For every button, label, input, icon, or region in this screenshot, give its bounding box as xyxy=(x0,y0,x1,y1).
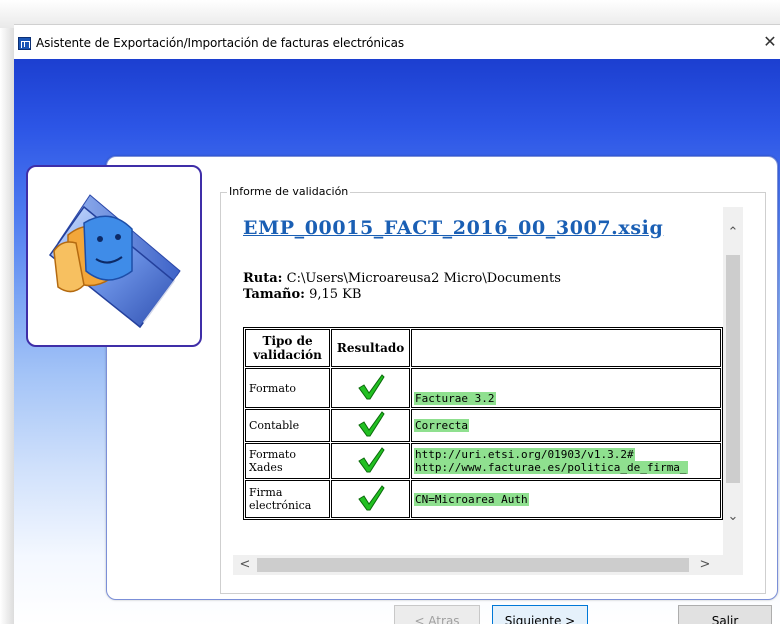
validation-report-group: Informe de validación EMP_00015_FACT_201… xyxy=(220,185,766,594)
check-icon xyxy=(357,373,385,399)
header-resultado: Resultado xyxy=(331,329,411,367)
row-detalle: CN=Microarea Auth xyxy=(411,480,721,518)
table-row: Firma electrónica CN=Microarea Auth xyxy=(245,480,721,518)
title-bar[interactable]: Asistente de Exportación/Importación de … xyxy=(14,25,780,59)
row-detalle-text: CN=Microarea Auth xyxy=(414,492,529,506)
scroll-up-icon[interactable]: ⌃ xyxy=(723,223,743,243)
row-resultado xyxy=(331,480,411,518)
validation-table: Tipo de validación Resultado Formato Fac… xyxy=(243,327,723,520)
wizard-window: Asistente de Exportación/Importación de … xyxy=(14,24,780,624)
row-detalle-text: Correcta xyxy=(414,419,470,432)
row-tipo: Formato Xades xyxy=(245,443,331,479)
ruta-label: Ruta: xyxy=(243,271,283,286)
scroll-left-icon[interactable]: < xyxy=(235,555,255,575)
row-detalle: http://uri.etsi.org/01903/v1.3.2# http://… xyxy=(411,443,721,479)
row-tipo: Firma electrónica xyxy=(245,480,331,518)
check-icon xyxy=(357,484,385,510)
file-meta: Ruta: C:\Users\Microareusa2 Micro\Docume… xyxy=(243,271,561,303)
ruta-value: C:\Users\Microareusa2 Micro\Documents xyxy=(286,271,561,286)
scrollbar-corner xyxy=(723,555,743,575)
scroll-down-icon[interactable]: ⌄ xyxy=(723,507,743,527)
folder-face-icon xyxy=(48,194,181,329)
file-name-link[interactable]: EMP_00015_FACT_2016_00_3007.xsig xyxy=(243,217,663,239)
size-value: 9,15 KB xyxy=(309,287,362,302)
app-icon xyxy=(18,37,31,50)
wizard-client-area: Informe de validación EMP_00015_FACT_201… xyxy=(14,59,780,624)
horizontal-scrollbar[interactable]: < > xyxy=(233,555,723,575)
table-row: Contable Correcta xyxy=(245,409,721,442)
scroll-right-icon[interactable]: > xyxy=(695,555,715,575)
horizontal-scroll-thumb[interactable] xyxy=(257,558,689,572)
table-header-row: Tipo de validación Resultado xyxy=(245,329,721,367)
window-title: Asistente de Exportación/Importación de … xyxy=(36,36,404,50)
vertical-scroll-thumb[interactable] xyxy=(726,255,740,483)
row-resultado xyxy=(331,409,411,442)
next-button[interactable]: Siguiente > xyxy=(492,605,588,624)
group-legend: Informe de validación xyxy=(227,185,351,198)
row-resultado xyxy=(331,368,411,408)
vertical-scrollbar[interactable]: ⌃ ⌄ xyxy=(723,207,743,555)
header-detalle xyxy=(411,329,721,367)
back-button[interactable]: < Atras xyxy=(394,605,480,624)
row-resultado xyxy=(331,443,411,479)
row-detalle-text: Facturae 3.2 xyxy=(414,392,496,405)
header-tipo: Tipo de validación xyxy=(245,329,331,367)
background-shadow-left xyxy=(0,28,14,624)
row-tipo: Contable xyxy=(245,409,331,442)
row-tipo: Formato xyxy=(245,368,331,408)
size-label: Tamaño: xyxy=(243,287,305,302)
exit-button[interactable]: Salir xyxy=(678,605,772,624)
row-detalle-text: http://uri.etsi.org/01903/v1.3.2# xyxy=(414,448,635,461)
row-detalle-text-2: http://www.facturae.es/politica_de_firma… xyxy=(414,461,688,474)
check-icon xyxy=(357,411,385,437)
row-detalle: Facturae 3.2 xyxy=(411,368,721,408)
check-icon xyxy=(357,446,385,472)
close-button[interactable]: ✕ xyxy=(762,33,778,51)
wizard-logo xyxy=(26,165,202,347)
report-view[interactable]: EMP_00015_FACT_2016_00_3007.xsig Ruta: C… xyxy=(233,207,723,555)
table-row: Formato Xades http://uri.etsi.org/01903/… xyxy=(245,443,721,479)
row-detalle: Correcta xyxy=(411,409,721,442)
table-row: Formato Facturae 3.2 xyxy=(245,368,721,408)
